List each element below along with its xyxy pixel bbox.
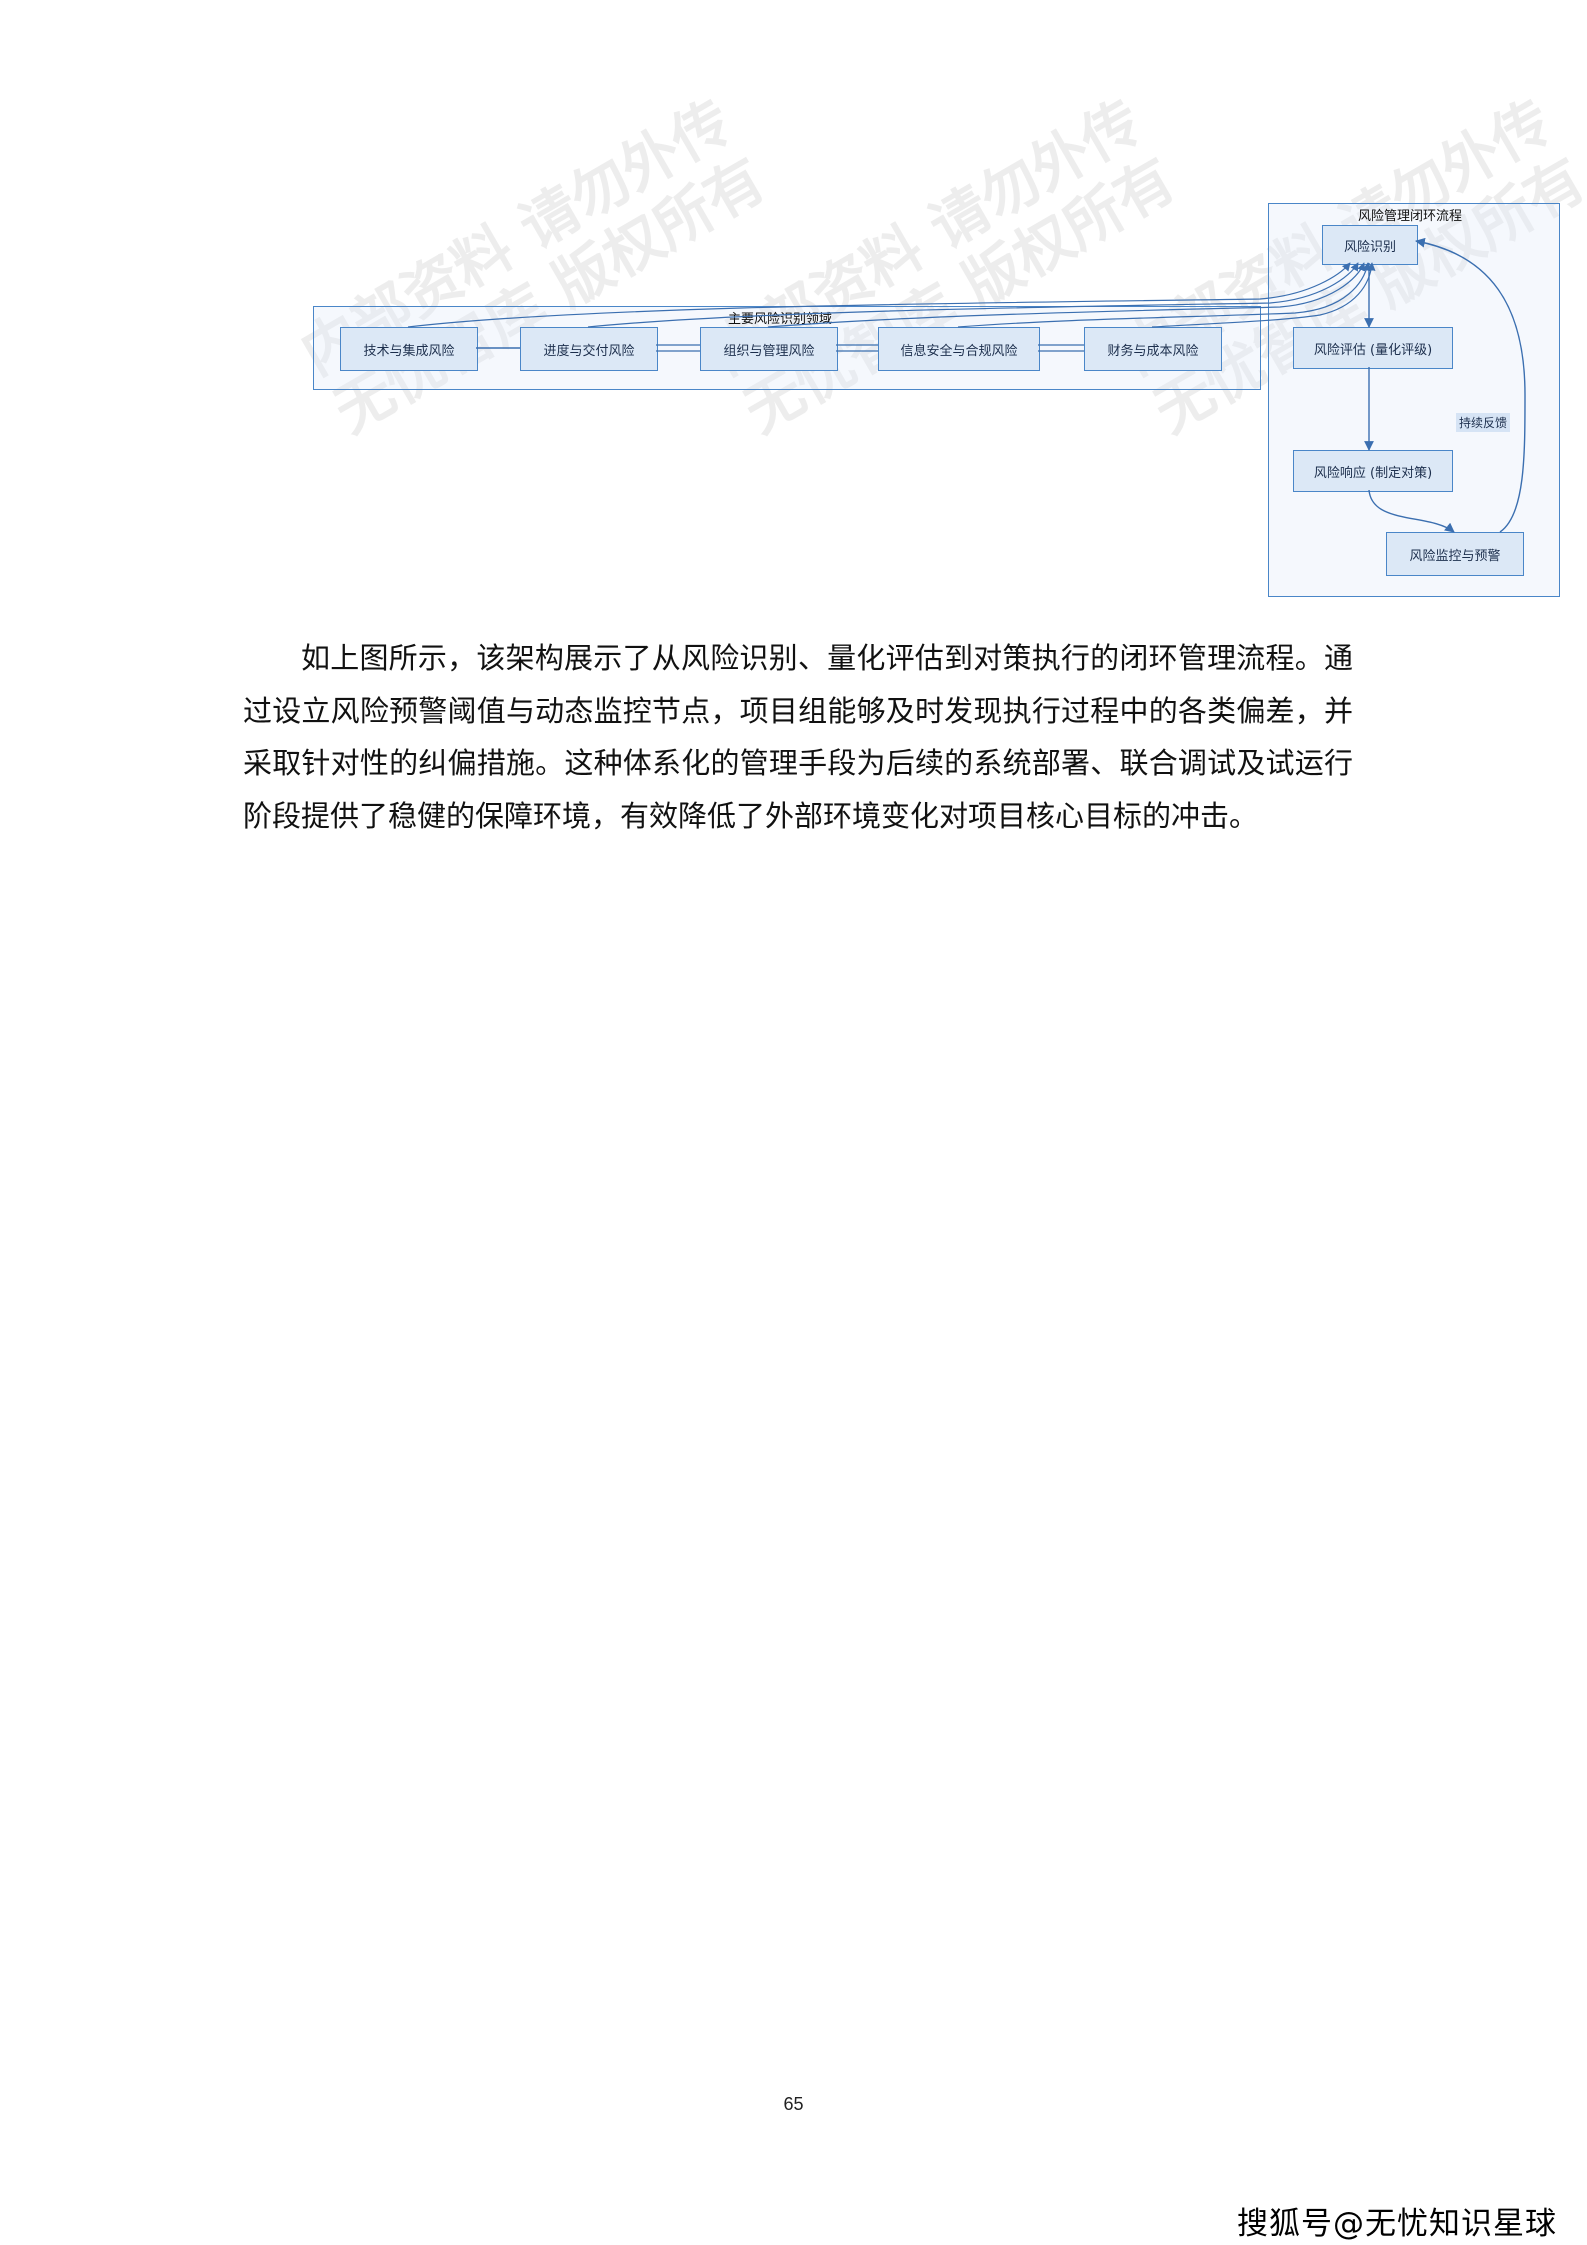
source-tag: 搜狐号@无忧知识星球 (1237, 2206, 1557, 2242)
page-number: 65 (783, 2094, 804, 2114)
edge-respond-monitor (1368, 489, 1455, 533)
body-paragraph: 如上图所示，该架构展示了从风险识别、量化评估到对策执行的闭环管理流程。通过设立风… (243, 641, 1353, 833)
document-page: 内部资料 请勿外传 无忧智库 版权所有 内部资料 请勿外传 无忧智库 版权所有 … (0, 0, 1587, 2245)
edge-org-identify (767, 262, 1366, 328)
edge-security-identify (957, 262, 1371, 328)
edge-tech-identify (407, 262, 1351, 328)
diagram-edges (407, 237, 1526, 533)
edge-monitor-identify-feedback (1415, 237, 1526, 533)
risk-management-diagram: 主要风险识别领域 技术与集成风险 进度与交付风险 组织与管理风险 信息安全与合规… (300, 195, 1570, 605)
edge-org-security (836, 344, 878, 352)
edge-security-finance (1038, 344, 1084, 352)
edge-schedule-identify (587, 262, 1359, 328)
edge-schedule-org (656, 344, 700, 352)
